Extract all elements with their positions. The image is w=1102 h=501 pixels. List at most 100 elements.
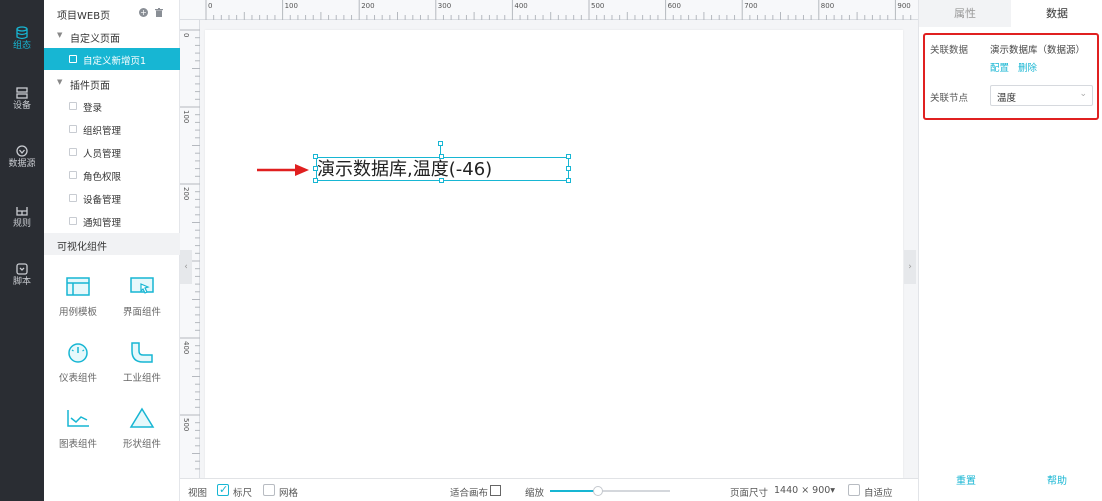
page-icon	[69, 148, 77, 156]
resize-handle-ne[interactable]	[566, 154, 571, 159]
tree-page-label: 通知管理	[83, 218, 122, 229]
fit-canvas-icon[interactable]	[490, 485, 501, 496]
linked-node-label: 关联节点	[930, 93, 969, 104]
tree-group-label: 自定义页面	[70, 34, 120, 45]
page-icon	[69, 194, 77, 202]
ruler-tick-label: 100	[285, 2, 298, 10]
chevron-down-icon: ▼	[57, 31, 63, 39]
component-template[interactable]: 用例模板	[48, 275, 108, 335]
trash-icon[interactable]	[155, 8, 163, 17]
help-button[interactable]: 帮助	[1047, 472, 1067, 487]
linked-data-value: 演示数据库（数据源）	[990, 45, 1086, 56]
page-icon	[69, 102, 77, 110]
tree-page-custom-1[interactable]: 自定义新增页1	[44, 48, 180, 70]
database-icon	[16, 26, 28, 40]
rail-item-script[interactable]: 脚本	[0, 262, 44, 302]
tree-page-label: 自定义新增页1	[83, 56, 147, 67]
red-arrow-annotation	[257, 164, 309, 176]
component-label: 界面组件	[122, 307, 161, 318]
pipe-icon	[131, 342, 153, 363]
resize-handle-nw[interactable]	[313, 154, 318, 159]
adaptive-checkbox[interactable]	[848, 484, 860, 496]
configure-link[interactable]: 配置	[990, 60, 1009, 74]
rail-label: 规则	[12, 219, 31, 229]
device-icon	[16, 87, 28, 99]
linked-node-select[interactable]: 温度 ⌄	[990, 85, 1093, 106]
rail-item-config[interactable]: 组态	[0, 26, 44, 66]
chevron-down-icon: ⌄	[1079, 89, 1087, 99]
page-icon	[69, 217, 77, 225]
ruler-tick-label: 0	[208, 2, 212, 10]
rail-label: 脚本	[12, 277, 31, 287]
zoom-label: 缩放	[525, 488, 545, 499]
page-size-label: 页面尺寸	[730, 488, 769, 499]
resize-handle-e[interactable]	[566, 166, 571, 171]
resize-handle-se[interactable]	[566, 178, 571, 183]
chevron-down-icon: ▼	[57, 78, 63, 86]
tab-properties[interactable]: 属性	[919, 0, 1011, 27]
tree-page-notify[interactable]: 通知管理	[44, 210, 180, 232]
ruler-tick-label: 300	[438, 2, 451, 10]
rail-label: 数据源	[8, 159, 36, 169]
line-chart-icon	[67, 410, 89, 427]
component-label: 用例模板	[58, 307, 97, 318]
ruler-top-ticks: 0 100 200 300 400 500 600 700 800 900	[205, 0, 912, 20]
design-canvas[interactable]	[205, 30, 903, 478]
tree-page-people[interactable]: 人员管理	[44, 141, 180, 163]
left-nav-rail: 组态 设备 数据源 规则 脚本	[0, 0, 44, 501]
plus-circle-icon[interactable]: +	[139, 8, 148, 17]
ruler-tick-label: 800	[821, 2, 834, 10]
resize-handle-w[interactable]	[313, 166, 318, 171]
tree-page-login[interactable]: 登录	[44, 95, 180, 117]
page-tree-panel: 项目WEB页 + ▼ 自定义页面 自定义新增页1 ▼ 插件页面 登录 组织管理 …	[44, 0, 180, 501]
linked-node-value: 温度	[997, 93, 1017, 104]
component-shape[interactable]: 形状组件	[112, 407, 172, 467]
triangle-icon	[129, 407, 155, 428]
resize-handle-n[interactable]	[439, 154, 444, 159]
script-icon	[16, 263, 28, 275]
ui-cursor-icon	[130, 277, 154, 294]
tree-page-devices[interactable]: 设备管理	[44, 187, 180, 209]
tree-page-roles[interactable]: 角色权限	[44, 164, 180, 186]
collapse-right-button[interactable]: ›	[904, 250, 916, 284]
ruler-tick-label: 200	[361, 2, 374, 10]
tree-header: 项目WEB页 +	[44, 0, 180, 25]
grid-checkbox[interactable]	[263, 484, 275, 496]
ruler-label: 标尺	[233, 488, 253, 499]
rail-item-datasource[interactable]: 数据源	[0, 144, 44, 184]
rail-label: 组态	[12, 41, 31, 51]
tree-group-plugin[interactable]: ▼ 插件页面	[44, 73, 180, 93]
tree-page-label: 登录	[83, 103, 103, 114]
zoom-slider[interactable]	[550, 486, 670, 496]
component-chart[interactable]: 图表组件	[48, 407, 108, 467]
tree-page-org[interactable]: 组织管理	[44, 118, 180, 140]
resize-handle-sw[interactable]	[313, 178, 318, 183]
delete-link[interactable]: 删除	[1018, 60, 1037, 74]
component-industrial[interactable]: 工业组件	[112, 341, 172, 401]
component-gauge[interactable]: 仪表组件	[48, 341, 108, 401]
ruler-tick-label: 100	[182, 110, 190, 123]
template-icon	[66, 277, 90, 296]
ruler-left: 0100200300400500	[180, 20, 200, 478]
text-widget-value: 演示数据库,温度(-46)	[317, 159, 493, 180]
rotate-handle[interactable]	[438, 141, 443, 146]
ruler-checkbox[interactable]	[217, 483, 229, 496]
components-header: 可视化组件	[44, 233, 180, 255]
properties-panel: 属性 数据 关联数据 演示数据库（数据源） 配置 删除 关联节点 温度 ⌄ 重置…	[918, 0, 1102, 501]
fit-canvas-label[interactable]: 适合画布	[450, 485, 488, 499]
page-size-select[interactable]: 1440 × 900▾	[774, 485, 835, 496]
zoom-slider-knob[interactable]	[593, 486, 603, 496]
ruler-tick-label: 600	[668, 2, 681, 10]
adaptive-label: 自适应	[864, 488, 893, 499]
resize-handle-s[interactable]	[439, 178, 444, 183]
rail-item-rule[interactable]: 规则	[0, 204, 44, 244]
reset-button[interactable]: 重置	[956, 472, 976, 487]
component-ui[interactable]: 界面组件	[112, 275, 172, 335]
tree-page-label: 角色权限	[83, 172, 122, 183]
tab-data[interactable]: 数据	[1011, 0, 1102, 27]
tree-group-custom[interactable]: ▼ 自定义页面	[44, 26, 180, 46]
ruler-tick-label: 500	[182, 418, 190, 431]
component-label: 工业组件	[122, 373, 161, 384]
rail-item-device[interactable]: 设备	[0, 86, 44, 126]
collapse-left-button[interactable]: ‹	[180, 250, 192, 284]
